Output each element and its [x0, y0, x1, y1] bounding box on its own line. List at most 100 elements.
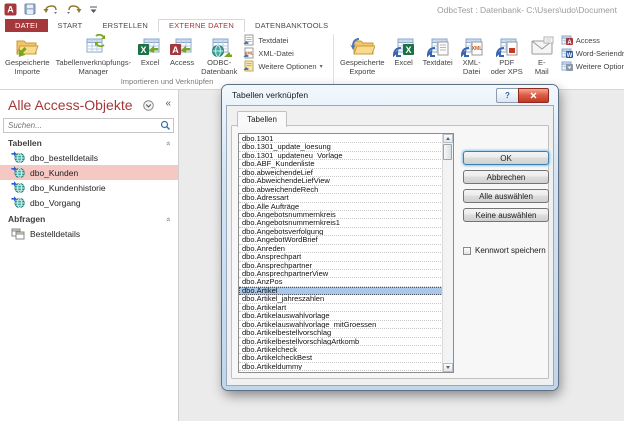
- ok-button[interactable]: OK: [463, 151, 549, 165]
- table-list-item[interactable]: dbo.AnsprechpartnerView: [239, 270, 443, 279]
- sidebar-item-dbo-vorgang[interactable]: dbo_Vorgang: [0, 195, 178, 210]
- undo-icon[interactable]: [43, 4, 59, 15]
- ribbon-button-access[interactable]: A Access: [561, 34, 624, 46]
- table-list-item[interactable]: dbo.Angebotsnummernkreis: [239, 211, 443, 220]
- table-list-item[interactable]: dbo.Artikelart: [239, 304, 443, 313]
- table-list-item[interactable]: dbo.Artikelauswahlvorlage_mitGroessen: [239, 321, 443, 330]
- sidebar-item-dbo-kundenhistorie[interactable]: dbo_Kundenhistorie: [0, 180, 178, 195]
- table-list-item[interactable]: dbo.Artikelcheck: [239, 346, 443, 355]
- search-input[interactable]: [4, 119, 173, 132]
- collapse-chevron-icon[interactable]: »: [163, 141, 172, 145]
- scroll-up-icon[interactable]: [443, 134, 453, 143]
- access-app-icon[interactable]: A: [4, 3, 17, 16]
- sidebar-item-bestelldetails[interactable]: Bestelldetails: [0, 226, 178, 241]
- save-icon[interactable]: [24, 3, 36, 15]
- search-box[interactable]: [3, 118, 174, 133]
- collapse-chevron-icon[interactable]: »: [163, 217, 172, 221]
- item-label: Bestelldetails: [30, 228, 81, 239]
- table-list-item[interactable]: dbo.ArtikelbestellvorschlagArtkomb: [239, 338, 443, 346]
- table-list-item[interactable]: dbo.ABF_Kundenliste: [239, 160, 443, 169]
- scrollbar-thumb[interactable]: [443, 144, 452, 160]
- ribbon-button-xml-datei[interactable]: XMLXML-Datei: [456, 32, 488, 76]
- table-list-item[interactable]: dbo.Alle Aufträge: [239, 203, 443, 211]
- ribbon-button-excel[interactable]: X Excel: [134, 32, 166, 67]
- ribbon-button-e-mail[interactable]: E- Mail: [526, 32, 558, 76]
- table-list-item[interactable]: dbo.Ansprechpartner: [239, 262, 443, 270]
- tab-datei[interactable]: DATEI: [5, 19, 48, 32]
- listbox-scrollbar[interactable]: [442, 134, 453, 372]
- ribbon-button-odbc-datenbank[interactable]: ODBC- Datenbank: [198, 32, 240, 76]
- table-list-item[interactable]: dbo.Artikeldummy: [239, 363, 443, 372]
- button-label: Excel: [140, 58, 160, 67]
- ribbon-button-tabellenverknüpfungs-manager[interactable]: Tabellenverknüpfungs- Manager: [53, 32, 134, 76]
- redo-icon[interactable]: [66, 4, 82, 15]
- more-options-icon: [243, 60, 255, 72]
- keine-auswählen-button[interactable]: Keine auswählen: [463, 208, 549, 222]
- button-label: XML-: [462, 58, 481, 67]
- tab-erstellen[interactable]: ERSTELLEN: [92, 19, 158, 32]
- sidebar-item-dbo-kunden[interactable]: dbo_Kunden: [0, 165, 178, 180]
- alle-auswählen-button[interactable]: Alle auswählen: [463, 189, 549, 203]
- table-list-item[interactable]: dbo.Angebotsverfolgung: [239, 228, 443, 237]
- tab-externe-daten[interactable]: EXTERNE DATEN: [158, 19, 245, 32]
- ribbon-button-gespeicherte-importe[interactable]: Gespeicherte Importe: [2, 32, 53, 76]
- nav-menu-dropdown-icon[interactable]: [143, 100, 154, 111]
- ribbon-button-word-seriendruck[interactable]: WWord-Seriendruck: [561, 47, 624, 59]
- table-list-item[interactable]: dbo.1301_updateneu_Vorlage: [239, 152, 443, 161]
- sidebar-section-abfragen[interactable]: Abfragen »: [0, 210, 178, 226]
- text-file-icon: [243, 34, 255, 46]
- table-list-item[interactable]: dbo.Anreden: [239, 245, 443, 254]
- window-title: OdbcTest : Datenbank- C:\Users\udo\Docum…: [437, 5, 617, 15]
- ribbon-button-weitere-optionen[interactable]: Weitere Optionen▾: [243, 60, 323, 72]
- button-label: Weitere Optionen: [258, 61, 317, 71]
- ribbon-button-access[interactable]: A Access: [166, 32, 198, 67]
- table-listbox[interactable]: dbo.1301 dbo.1301_update_loesung dbo.1301_…: [238, 133, 454, 373]
- dialog-close-button[interactable]: [518, 88, 549, 103]
- dialog-help-button[interactable]: ?: [496, 88, 518, 103]
- table-list-item[interactable]: dbo.1301_update_loesung: [239, 143, 443, 152]
- table-list-item[interactable]: dbo.AnzPos: [239, 278, 443, 287]
- pdf-xps-icon: [494, 33, 520, 58]
- tab-datenbanktools[interactable]: DATENBANKTOOLS: [245, 19, 338, 32]
- table-list-item[interactable]: dbo.AngebotWordBrief: [239, 236, 443, 245]
- shutter-bar-collapse-icon[interactable]: «: [165, 98, 171, 109]
- navigation-pane-title[interactable]: Alle Access-Objekte: [8, 97, 133, 113]
- tab-start[interactable]: START: [48, 19, 93, 32]
- table-list-item[interactable]: dbo.ArtikelcheckBest: [239, 354, 443, 363]
- table-list-item[interactable]: dbo.Artikel: [239, 286, 443, 296]
- section-label: Abfragen: [8, 214, 46, 224]
- ribbon: Gespeicherte Importe Tabellenverknüpfungs-…: [0, 32, 624, 90]
- table-list-item[interactable]: dbo.Artikel_jahreszahlen: [239, 295, 443, 304]
- ribbon-button-gespeicherte-exporte[interactable]: Gespeicherte Exporte: [337, 32, 388, 76]
- ribbon-button-pdf-oder-xps[interactable]: PDF oder XPS: [488, 32, 526, 76]
- table-list-item[interactable]: dbo.abweichendeRech: [239, 186, 443, 195]
- ribbon-button-weitere-optionen[interactable]: Weitere Optionen▾: [561, 60, 624, 72]
- ribbon-button-excel[interactable]: X Excel: [388, 32, 420, 67]
- table-list-item[interactable]: dbo.Adressart: [239, 194, 443, 203]
- abbrechen-button[interactable]: Abbrechen: [463, 170, 549, 184]
- table-list-item[interactable]: dbo.1301: [239, 135, 443, 144]
- tab-tabellen[interactable]: Tabellen: [237, 111, 287, 127]
- table-list-item[interactable]: dbo.Artikelbestellvorschlag: [239, 329, 443, 338]
- qat-customize-icon[interactable]: [89, 5, 98, 14]
- svg-text:A: A: [567, 40, 572, 46]
- scroll-down-icon[interactable]: [443, 363, 453, 372]
- table-list-item[interactable]: dbo.abweichendeLief: [239, 169, 443, 178]
- ribbon-button-textdatei[interactable]: Textdatei: [420, 32, 456, 67]
- dialog-body: Tabellen dbo.1301 dbo.1301_update_loesung…: [226, 105, 554, 386]
- ribbon-group-export: Gespeicherte Exporte X Excel Textdatei XML XML…: [337, 32, 624, 88]
- ribbon-button-xml-datei[interactable]: XMLXML-Datei: [243, 47, 322, 59]
- item-label: dbo_Kunden: [30, 167, 79, 178]
- item-label: dbo_Kundenhistorie: [30, 182, 106, 193]
- button-label: Textdatei: [258, 35, 289, 45]
- table-list-item[interactable]: dbo.AbweichendeLiefView: [239, 177, 443, 186]
- button-label: XML-Datei: [258, 48, 294, 58]
- ribbon-button-textdatei[interactable]: Textdatei: [243, 34, 322, 46]
- sidebar-section-tabellen[interactable]: Tabellen »: [0, 134, 178, 150]
- sidebar-item-dbo-bestelldetails[interactable]: dbo_bestelldetails: [0, 150, 178, 165]
- table-list-item[interactable]: dbo.Artikelauswahlvorlage: [239, 312, 443, 321]
- save-password-checkbox[interactable]: [463, 246, 471, 255]
- table-list-item[interactable]: dbo.Ansprechpart: [239, 253, 443, 262]
- table-list-item[interactable]: dbo.Angebotsnummernkreis1: [239, 219, 443, 228]
- save-password-row: Kennwort speichern: [463, 246, 546, 255]
